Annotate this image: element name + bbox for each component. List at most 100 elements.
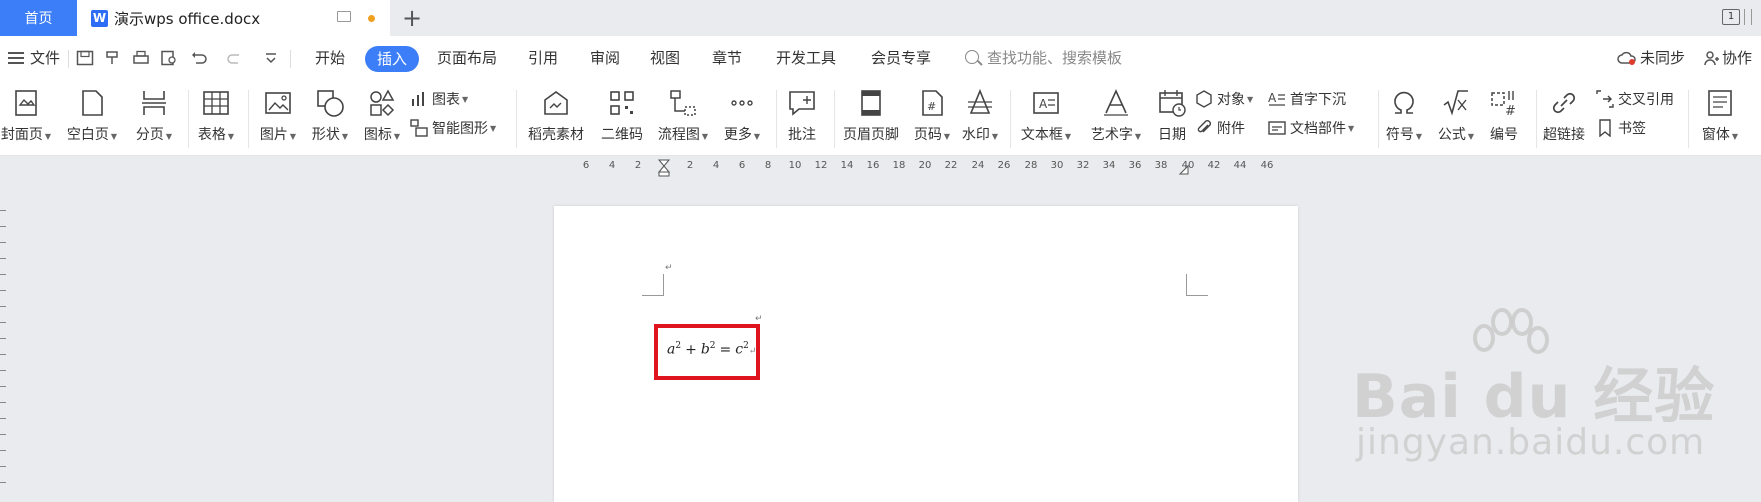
search-input[interactable]: 查找功能、搜索模板 — [987, 36, 1122, 80]
form-button[interactable]: 窗体 ▼ — [1690, 86, 1750, 152]
page-break-button[interactable]: 分页 ▼ — [124, 86, 184, 152]
omega-icon — [1394, 91, 1414, 114]
svg-text:#: # — [927, 100, 936, 113]
svg-text:A: A — [1039, 97, 1048, 111]
header-footer-button[interactable]: 页眉页脚 — [836, 86, 906, 152]
table-button[interactable]: 表格 ▼ — [186, 86, 246, 152]
link-icon — [1552, 92, 1576, 114]
shape-button[interactable]: 形状 ▼ — [300, 86, 360, 152]
hyperlink-button[interactable]: 超链接 — [1534, 86, 1594, 152]
object-icon — [1196, 90, 1212, 108]
chart-button[interactable]: 图表 ▼ — [410, 88, 468, 110]
menu-file[interactable]: 文件 — [30, 36, 60, 80]
print-icon[interactable] — [132, 50, 150, 66]
add-tab-button[interactable]: + — [402, 4, 422, 32]
ruler-tick: 2 — [634, 160, 642, 171]
document-page[interactable]: ↵ ↵ a2 + b2 = c2↵ — [554, 206, 1298, 502]
cover-page-button[interactable]: 封面页 ▼ — [0, 86, 56, 152]
ruler-tick: 6 — [582, 160, 590, 171]
icon-button[interactable]: 图标 ▼ — [352, 86, 412, 152]
object-button[interactable]: 对象 ▼ — [1195, 88, 1253, 110]
header-footer-label: 页眉页脚 — [843, 127, 899, 143]
qrcode-icon — [610, 91, 634, 115]
menu-page-layout[interactable]: 页面布局 — [437, 36, 497, 80]
format-painter-icon[interactable] — [104, 50, 122, 66]
equation-formula[interactable]: a2 + b2 = c2↵ — [667, 341, 756, 358]
formula-var-b: b — [700, 341, 710, 358]
ruler-tick: 22 — [944, 160, 958, 171]
menu-member[interactable]: 会员专享 — [871, 36, 931, 80]
attachment-button[interactable]: 附件 — [1195, 117, 1245, 139]
picture-button[interactable]: 图片 ▼ — [248, 86, 308, 152]
paragraph-mark-icon: ↵ — [755, 314, 763, 324]
doc-parts-button[interactable]: 文档部件 ▼ — [1268, 117, 1354, 139]
page-break-icon — [142, 91, 166, 115]
object-label: 对象 — [1217, 92, 1245, 108]
ruler-tick: 4 — [608, 160, 616, 171]
ruler-tick: 30 — [1050, 160, 1064, 171]
more-button[interactable]: 更多 ▼ — [712, 86, 772, 152]
smartart-label: 智能图形 — [432, 121, 488, 137]
ruler-tick: 2 — [686, 160, 694, 171]
ruler-tick: 36 — [1128, 160, 1142, 171]
right-indent-marker-icon[interactable] — [1179, 165, 1189, 175]
collaborate-button[interactable]: 协作 — [1722, 36, 1752, 80]
save-icon[interactable] — [76, 50, 94, 66]
hamburger-icon[interactable] — [8, 52, 24, 64]
ruler-tick: 12 — [814, 160, 828, 171]
indent-marker-icon[interactable] — [658, 159, 670, 177]
crossref-button[interactable]: 交叉引用 — [1596, 88, 1674, 110]
watermark-button[interactable]: 水印 ▼ — [950, 86, 1010, 152]
comment-button[interactable]: 批注 — [772, 86, 832, 152]
qrcode-button[interactable]: 二维码 — [592, 86, 652, 152]
horizontal-ruler[interactable]: 6 4 2 2 4 6 8 10 12 14 16 18 20 22 24 26… — [0, 157, 1761, 179]
divider — [68, 50, 69, 68]
menu-view[interactable]: 视图 — [650, 36, 680, 80]
unsaved-dot-icon — [368, 15, 375, 22]
ruler-tick: 18 — [892, 160, 906, 171]
search-icon[interactable] — [965, 50, 979, 64]
collaborate-icon[interactable] — [1703, 50, 1719, 66]
flowchart-button[interactable]: 流程图 ▼ — [653, 86, 713, 152]
customize-chevron-icon[interactable] — [262, 50, 280, 66]
menu-review[interactable]: 审阅 — [590, 36, 620, 80]
window-layout-icon[interactable] — [1744, 9, 1752, 25]
menu-references[interactable]: 引用 — [528, 36, 558, 80]
blank-page-label: 空白页 — [66, 127, 109, 143]
date-button[interactable]: 日期 — [1142, 86, 1202, 152]
menu-start[interactable]: 开始 — [315, 36, 345, 80]
ruler-tick: 20 — [918, 160, 932, 171]
monitor-icon[interactable] — [337, 11, 351, 22]
doc-parts-label: 文档部件 — [1290, 121, 1346, 137]
numbering-icon: # — [1491, 91, 1516, 118]
redo-icon[interactable] — [226, 50, 244, 66]
vertical-ruler — [0, 200, 8, 502]
more-label: 更多 — [723, 127, 752, 143]
undo-icon[interactable] — [190, 50, 208, 66]
dropcap-button[interactable]: A 首字下沉 — [1268, 88, 1346, 110]
sync-status[interactable]: 未同步 — [1640, 36, 1685, 80]
smartart-button[interactable]: 智能图形 ▼ — [410, 117, 496, 139]
print-preview-icon[interactable] — [160, 50, 178, 66]
wordart-icon — [1104, 89, 1128, 116]
docer-materials-button[interactable]: 稻壳素材 — [520, 86, 592, 152]
menu-section[interactable]: 章节 — [712, 36, 742, 80]
icon-library-icon — [370, 89, 395, 117]
tab-document[interactable]: W 演示wps office.docx — [77, 0, 390, 36]
textbox-button[interactable]: A 文本框 ▼ — [1010, 86, 1082, 152]
numbering-button[interactable]: # 编号 — [1474, 86, 1534, 152]
date-icon — [1159, 90, 1186, 117]
tab-home[interactable]: 首页 — [0, 0, 77, 36]
menu-insert[interactable]: 插入 — [365, 46, 420, 72]
window-count-icon[interactable]: 1 — [1722, 9, 1740, 25]
bookmark-button[interactable]: 书签 — [1596, 117, 1646, 139]
cover-page-label: 封面页 — [0, 127, 43, 143]
symbol-button[interactable]: 符号 ▼ — [1374, 86, 1434, 152]
blank-page-button[interactable]: 空白页 ▼ — [62, 86, 122, 152]
cover-page-icon — [15, 90, 37, 116]
tab-home-label: 首页 — [24, 11, 53, 27]
form-icon — [1708, 90, 1732, 116]
cloud-sync-icon[interactable] — [1617, 50, 1637, 66]
menu-developer[interactable]: 开发工具 — [776, 36, 836, 80]
ruler-tick: 34 — [1102, 160, 1116, 171]
